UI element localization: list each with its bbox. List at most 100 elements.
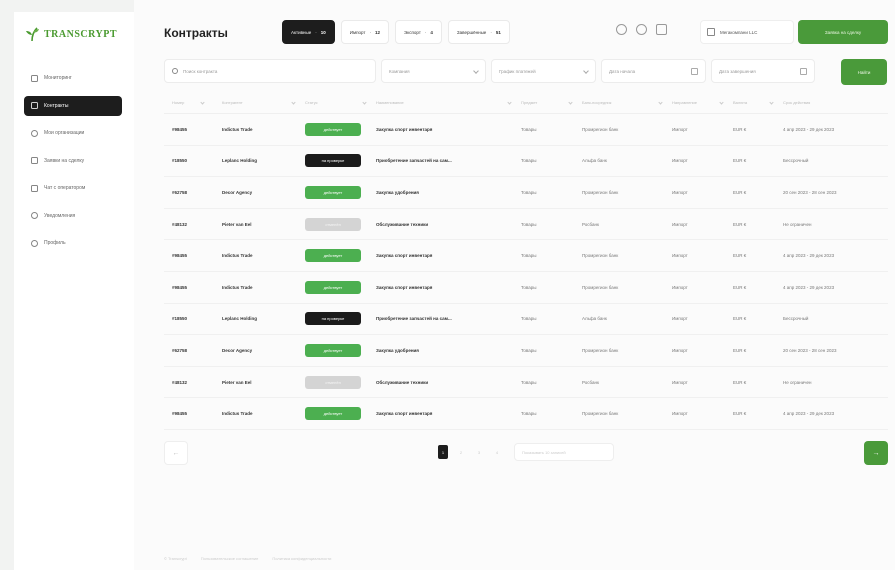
cell-direction: Импорт <box>672 316 733 321</box>
column-header[interactable]: Наименование <box>376 100 521 105</box>
table-row[interactable]: #98455 Indictus Trade действует Закупка спо… <box>164 272 888 304</box>
footer-link[interactable]: Пользовательское соглашение <box>201 556 259 561</box>
cell-text: Импорт <box>672 411 688 417</box>
cell-text: Leplanc Holding <box>222 158 258 164</box>
table-row[interactable]: #48132 Pieter van Eel отменён Обслуживание … <box>164 367 888 399</box>
sort-icon <box>719 100 724 105</box>
cell-text: #62758 <box>172 189 188 195</box>
cell-client: Indictus Trade <box>214 285 305 290</box>
column-header[interactable]: Предмет <box>521 100 582 105</box>
prev-page-button[interactable]: ← <box>164 441 188 465</box>
table-row[interactable]: #48132 Pieter van Eel отменён Обслуживание … <box>164 209 888 241</box>
page-number[interactable]: 1 <box>438 445 448 459</box>
sidebar-item-label: Уведомления <box>44 212 76 219</box>
date-start-field[interactable]: Дата начала <box>601 59 706 83</box>
sidebar-item-1[interactable]: Контракты <box>24 95 122 116</box>
cell-direction: Импорт <box>672 380 733 385</box>
tab-label: Активные <box>291 29 312 35</box>
column-header[interactable]: Направление <box>672 100 733 105</box>
cell-id: #62758 <box>164 348 214 353</box>
footer-link[interactable]: © Transcrypt <box>164 556 187 561</box>
cell-currency: EUR € <box>733 222 783 227</box>
sidebar-item-4[interactable]: Чат с оператором <box>24 178 122 198</box>
cell-bank: Промрегион банк <box>582 285 672 290</box>
cell-direction: Импорт <box>672 348 733 353</box>
find-button[interactable]: Найти <box>841 59 887 85</box>
cell-text: #98455 <box>172 284 188 290</box>
column-header[interactable]: Валюта <box>733 100 783 105</box>
cell-direction: Импорт <box>672 411 733 416</box>
cell-text: #48132 <box>172 379 188 385</box>
header-actions <box>616 24 667 35</box>
table-row[interactable]: #18550 Leplanc Holding на проверке Приобрет… <box>164 304 888 336</box>
cell-text: 4 апр 2023 - 29 дек 2023 <box>783 126 835 132</box>
tab-3[interactable]: Завершённые · 51 <box>447 20 510 44</box>
cell-client: Decor Agency <box>214 348 305 353</box>
search-placeholder: Поиск контракта <box>183 68 218 74</box>
cell-id: #18550 <box>164 158 214 163</box>
building-icon <box>31 129 38 137</box>
sidebar-item-0[interactable]: Мониторинг <box>24 68 122 88</box>
column-header[interactable]: Статус <box>305 100 376 105</box>
table-row[interactable]: #62758 Decor Agency действует Закупка удобр… <box>164 177 888 209</box>
tab-1[interactable]: Импорт · 12 <box>340 20 389 44</box>
cell-text: Товары <box>521 347 537 353</box>
tab-separator: · <box>490 29 492 35</box>
page-number[interactable]: 2 <box>456 445 466 459</box>
cell-direction: Импорт <box>672 253 733 258</box>
logo[interactable]: TRANSCRYPT <box>24 26 117 42</box>
table-row[interactable]: #98455 Indictus Trade действует Закупка спо… <box>164 398 888 430</box>
sidebar-item-3[interactable]: Заявки на сделку <box>24 151 122 171</box>
search-input[interactable]: Поиск контракта <box>164 59 376 83</box>
cell-text: Закупка удобрения <box>376 347 419 353</box>
column-header[interactable]: Номер <box>164 100 214 105</box>
user-icon <box>31 239 38 247</box>
new-deal-request-button[interactable]: Заявка на сделку <box>798 20 888 44</box>
share-icon[interactable] <box>656 24 667 35</box>
bell-icon[interactable] <box>636 24 647 35</box>
cell-bank: Росбанк <box>582 380 672 385</box>
schedule-select[interactable]: График платежей <box>491 59 596 83</box>
table-body: #98455 Indictus Trade действует Закупка спо… <box>164 114 888 430</box>
cell-text: #98455 <box>172 253 188 259</box>
next-page-button[interactable]: → <box>864 441 888 465</box>
table-row[interactable]: #62758 Decor Agency действует Закупка удобр… <box>164 335 888 367</box>
cell-type: Товары <box>521 411 582 416</box>
cell-text: Товары <box>521 379 537 385</box>
per-page-select[interactable]: Показывать 10 записей <box>514 443 614 461</box>
cell-subject: Закупка удобрения <box>376 348 521 353</box>
table-row[interactable]: #98455 Indictus Trade действует Закупка спо… <box>164 114 888 146</box>
company-select[interactable]: Компания <box>381 59 486 83</box>
search-icon[interactable] <box>616 24 627 35</box>
chat-icon <box>31 184 38 192</box>
tab-0[interactable]: Активные · 10 <box>282 20 335 44</box>
cell-text: Закупка спорт инвентаря <box>376 126 433 132</box>
cell-text: EUR € <box>733 158 747 164</box>
cell-text: Товары <box>521 158 537 164</box>
sidebar-item-2[interactable]: Мои организации <box>24 123 122 143</box>
tab-2[interactable]: Экспорт · 4 <box>394 20 442 44</box>
cell-status: действует <box>305 280 376 294</box>
cell-client: Decor Agency <box>214 190 305 195</box>
sidebar-item-6[interactable]: Профиль <box>24 233 122 253</box>
date-end-field[interactable]: Дата завершения <box>711 59 815 83</box>
table-row[interactable]: #18550 Leplanc Holding на проверке Приобрет… <box>164 146 888 178</box>
cell-text: Промрегион банк <box>582 126 619 132</box>
company-selector[interactable]: Мегакомпани LLC <box>700 20 794 44</box>
cell-currency: EUR € <box>733 127 783 132</box>
cell-text: Indictus Trade <box>222 411 253 417</box>
page-number[interactable]: 3 <box>474 445 484 459</box>
footer-link[interactable]: Политика конфиденциальности <box>272 556 331 561</box>
table-row[interactable]: #98455 Indictus Trade действует Закупка спо… <box>164 240 888 272</box>
column-header[interactable]: Срок действия <box>783 100 888 105</box>
sidebar-item-5[interactable]: Уведомления <box>24 206 122 226</box>
cell-client: Indictus Trade <box>214 127 305 132</box>
status-badge: на проверке <box>305 154 361 168</box>
cell-text: EUR € <box>733 316 747 322</box>
cell-text: Обслуживание техники <box>376 379 429 385</box>
cell-text: Импорт <box>672 284 688 290</box>
column-header[interactable]: Контрагент <box>214 100 305 105</box>
column-header[interactable]: Банк-посредник <box>582 100 672 105</box>
cell-id: #48132 <box>164 222 214 227</box>
page-number[interactable]: 4 <box>492 445 502 459</box>
